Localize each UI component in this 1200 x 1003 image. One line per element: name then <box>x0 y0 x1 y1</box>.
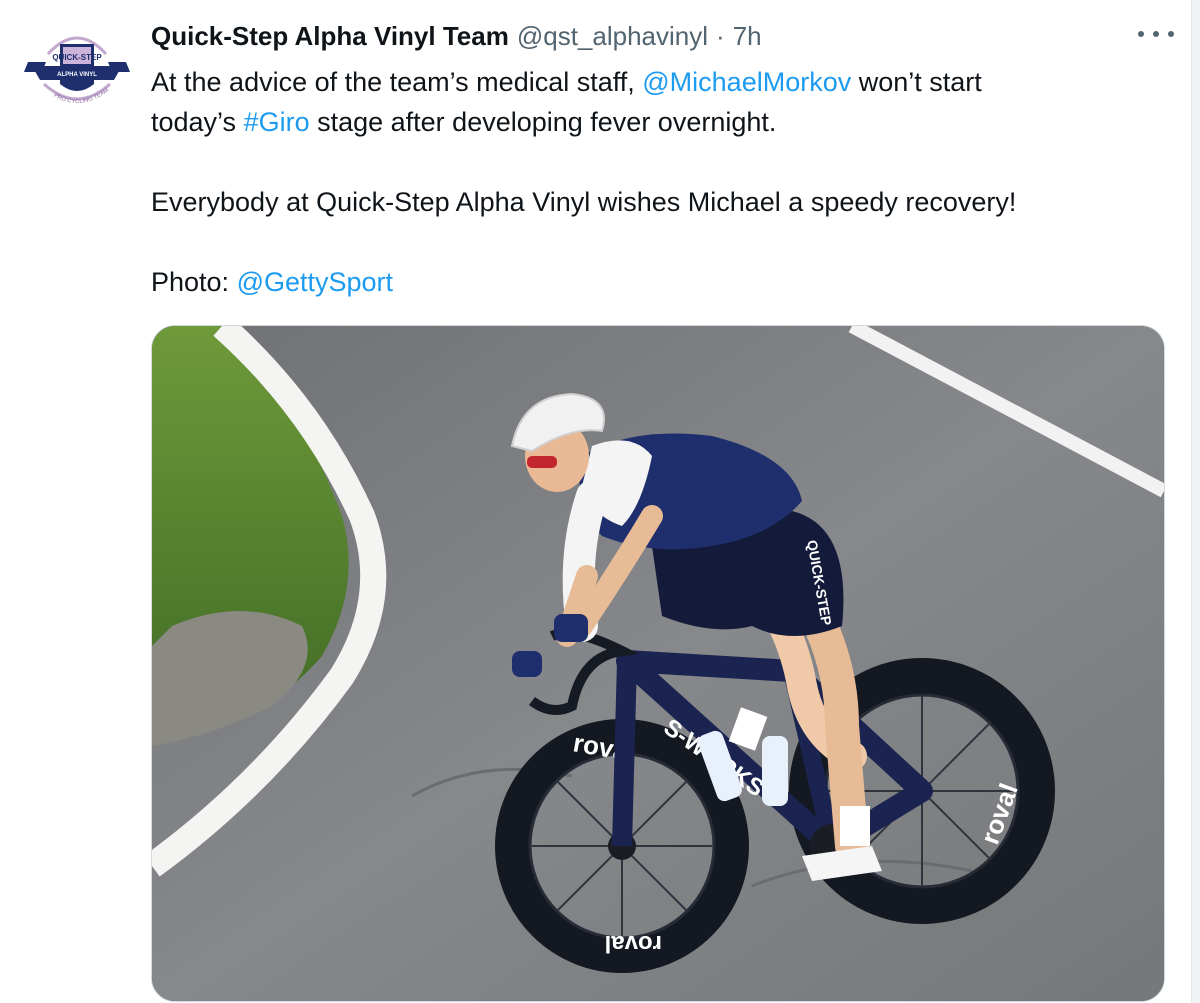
tweet-header: Quick-Step Alpha Vinyl Team @qst_alphavi… <box>151 20 762 52</box>
front-wheel-brand-bottom: roval <box>605 930 662 957</box>
author-name[interactable]: Quick-Step Alpha Vinyl Team <box>151 21 509 52</box>
rider-sunglasses <box>527 456 557 468</box>
scroll-edge <box>1191 0 1200 1003</box>
rider-glove <box>554 614 588 642</box>
avatar-text-top: QUICK-STEP <box>52 53 102 62</box>
ellipsis-dot <box>1138 31 1144 37</box>
line2-text: today’s <box>151 107 244 137</box>
ellipsis-dot <box>1153 31 1159 37</box>
photo-credit: Photo: @GettySport <box>151 262 1141 302</box>
team-logo-icon: QUICK-STEP ALPHA VINYL PRO CYCLING TEAM <box>17 15 137 135</box>
tweet-line-1: At the advice of the team’s medical staf… <box>151 62 1141 102</box>
mention-link[interactable]: @MichaelMorkov <box>642 67 851 97</box>
line1-text-end: won’t start <box>851 67 982 97</box>
hashtag-link[interactable]: #Giro <box>244 107 310 137</box>
tweet-paragraph-2: Everybody at Quick-Step Alpha Vinyl wish… <box>151 187 1017 217</box>
author-handle[interactable]: @qst_alphavinyl <box>517 21 708 52</box>
tweet-line-2: today’s #Giro stage after developing fev… <box>151 102 1141 142</box>
tweet-time[interactable]: 7h <box>733 21 762 52</box>
cyclist-photo: roval roval roval QUICK-STEP <box>152 326 1164 1001</box>
rider-sock <box>840 806 870 846</box>
ellipsis-dot <box>1168 31 1174 37</box>
water-bottle <box>762 736 788 806</box>
tweet: QUICK-STEP ALPHA VINYL PRO CYCLING TEAM … <box>0 0 1200 1003</box>
more-options-icon[interactable] <box>1138 22 1174 46</box>
tweet-photo[interactable]: roval roval roval QUICK-STEP <box>151 325 1165 1002</box>
separator-dot: · <box>716 20 725 51</box>
avatar[interactable]: QUICK-STEP ALPHA VINYL PRO CYCLING TEAM <box>16 14 138 136</box>
photo-credit-link[interactable]: @GettySport <box>237 267 393 297</box>
rider-glove <box>512 651 542 677</box>
photo-credit-label: Photo: <box>151 267 237 297</box>
line1-text: At the advice of the team’s medical staf… <box>151 67 643 97</box>
tweet-text: At the advice of the team’s medical staf… <box>151 62 1141 302</box>
line2-text-end: stage after developing fever overnight. <box>309 107 777 137</box>
avatar-text-mid: ALPHA VINYL <box>57 72 97 78</box>
